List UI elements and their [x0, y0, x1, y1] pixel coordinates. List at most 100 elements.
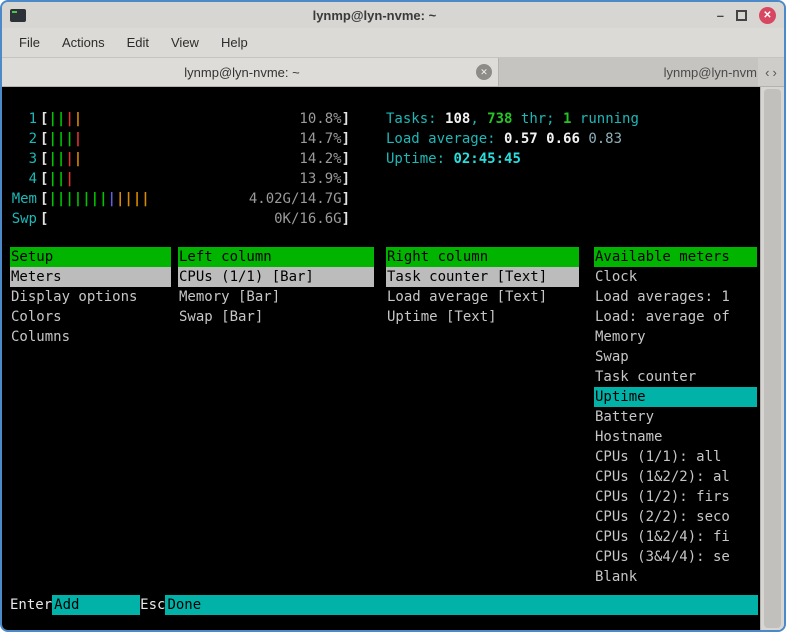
fn-label[interactable]: Done [165, 595, 758, 615]
bar-segment: | [91, 191, 99, 207]
panel-item[interactable]: CPUs (3&4/4): se [594, 547, 757, 567]
fn-key[interactable]: Enter [10, 595, 52, 615]
info-text: 0.83 [588, 131, 622, 147]
menu-item-actions[interactable]: Actions [51, 28, 116, 57]
panel-item[interactable]: Battery [594, 407, 757, 427]
meter-label: 4 [10, 169, 40, 189]
meter-value: 0K/16.6G [274, 209, 341, 229]
meters: 1[||||10.8%]2[||||14.7%]3[||||14.2%]4[||… [10, 109, 350, 229]
maximize-button[interactable] [736, 10, 747, 21]
panel-item[interactable]: Load average [Text] [386, 287, 579, 307]
panel-item[interactable]: Meters [10, 267, 171, 287]
meter-row: 4[|||13.9%] [10, 169, 350, 189]
function-bar: EnterAddEscDone [10, 595, 758, 615]
fn-label[interactable]: Add [52, 595, 140, 615]
panel-item[interactable]: Colors [10, 307, 171, 327]
panel-item[interactable]: Load: average of [594, 307, 757, 327]
meter-bar: 0K/16.6G [48, 209, 341, 229]
meter-bracket: ] [342, 209, 350, 229]
panel-header: Right column [386, 247, 579, 267]
meter-row: 2[||||14.7%] [10, 129, 350, 149]
fn-key[interactable]: Esc [140, 595, 165, 615]
info-text: 738 [487, 111, 512, 127]
menu-item-edit[interactable]: Edit [116, 28, 160, 57]
panel-item[interactable]: Uptime [594, 387, 757, 407]
meter-bracket: [ [40, 209, 48, 229]
meter-bar-fill: ||| [48, 169, 299, 189]
panel-item[interactable]: Memory [Bar] [178, 287, 374, 307]
panel-item[interactable]: Hostname [594, 427, 757, 447]
menu-item-view[interactable]: View [160, 28, 210, 57]
meter-bar: ||||||||||||4.02G/14.7G [48, 189, 341, 209]
bar-segment: | [133, 191, 141, 207]
tab-active[interactable]: lynmp@lyn-nvme: ~ ✕ [2, 58, 499, 86]
panel-item[interactable]: CPUs (1/2): firs [594, 487, 757, 507]
meter-bracket: ] [342, 149, 350, 169]
panel-item[interactable]: Memory [594, 327, 757, 347]
menu-item-help[interactable]: Help [210, 28, 259, 57]
bar-segment: | [65, 171, 73, 187]
meter-bar-fill [48, 209, 274, 229]
meter-bracket: ] [342, 129, 350, 149]
panel-item[interactable]: CPUs (1/1): all [594, 447, 757, 467]
tab-inactive[interactable]: lynmp@lyn-nvm [499, 58, 758, 86]
meter-label: Mem [10, 189, 40, 209]
panel-item[interactable]: CPUs (1/1) [Bar] [178, 267, 374, 287]
meter-bracket: [ [40, 189, 48, 209]
bar-segment: | [48, 191, 56, 207]
tab-close-icon[interactable]: ✕ [476, 64, 492, 80]
panel-item[interactable]: Task counter [Text] [386, 267, 579, 287]
meter-bracket: ] [342, 169, 350, 189]
panel-item[interactable]: CPUs (1&2/4): fi [594, 527, 757, 547]
bar-segment: | [74, 151, 82, 167]
tab-scroll-right-icon[interactable]: › [773, 65, 777, 80]
meter-row: 3[||||14.2%] [10, 149, 350, 169]
meter-bracket: [ [40, 149, 48, 169]
terminal-screen[interactable]: 1[||||10.8%]2[||||14.7%]3[||||14.2%]4[||… [2, 87, 760, 630]
bar-segment: | [48, 131, 56, 147]
info-text: thr; [512, 111, 563, 127]
tab-scroll-left-icon[interactable]: ‹ [765, 65, 769, 80]
bar-segment: | [74, 111, 82, 127]
panel-item[interactable]: CPUs (2/2): seco [594, 507, 757, 527]
meter-row: 1[||||10.8%] [10, 109, 350, 129]
info-text: Load average: [386, 131, 504, 147]
panel-item[interactable]: Blank [594, 567, 757, 587]
panel-item[interactable]: Clock [594, 267, 757, 287]
panel-item[interactable]: CPUs (1&2/2): al [594, 467, 757, 487]
scrollbar[interactable] [760, 87, 784, 630]
info-text: running [571, 111, 638, 127]
meter-value: 13.9% [299, 169, 341, 189]
panel-header: Setup [10, 247, 171, 267]
panel-header: Available meters [594, 247, 757, 267]
info-block: Tasks: 108, 738 thr; 1 runningLoad avera… [386, 109, 639, 169]
bar-segment: | [124, 191, 132, 207]
menu-bar: FileActionsEditViewHelp [2, 28, 784, 58]
bar-segment: | [141, 191, 149, 207]
close-button[interactable]: ✕ [759, 7, 776, 24]
panel-item[interactable]: Display options [10, 287, 171, 307]
panel-item[interactable]: Swap [Bar] [178, 307, 374, 327]
bar-segment: | [108, 191, 116, 207]
title-bar[interactable]: lynmp@lyn-nvme: ~ – ✕ [2, 2, 784, 28]
minimize-button[interactable]: – [717, 8, 724, 23]
panel-item[interactable]: Swap [594, 347, 757, 367]
scrollbar-thumb[interactable] [764, 89, 781, 628]
panel-item[interactable]: Uptime [Text] [386, 307, 579, 327]
info-text: , [470, 111, 487, 127]
bar-segment: | [65, 111, 73, 127]
info-text: Uptime: [386, 151, 453, 167]
meter-row: Swp[0K/16.6G] [10, 209, 350, 229]
meter-bar: ||||14.2% [48, 149, 341, 169]
meter-bar-fill: |||||||||||| [48, 189, 248, 209]
setup-panel-3: Available metersClockLoad averages: 1Loa… [594, 247, 757, 587]
window-title: lynmp@lyn-nvme: ~ [32, 8, 717, 23]
panel-item[interactable]: Load averages: 1 [594, 287, 757, 307]
meter-bracket: ] [342, 189, 350, 209]
terminal-icon [10, 9, 26, 22]
terminal-area: 1[||||10.8%]2[||||14.7%]3[||||14.2%]4[||… [2, 87, 784, 630]
menu-item-file[interactable]: File [8, 28, 51, 57]
panel-item[interactable]: Columns [10, 327, 171, 347]
panel-item[interactable]: Task counter [594, 367, 757, 387]
info-text: 02:45:45 [453, 151, 520, 167]
